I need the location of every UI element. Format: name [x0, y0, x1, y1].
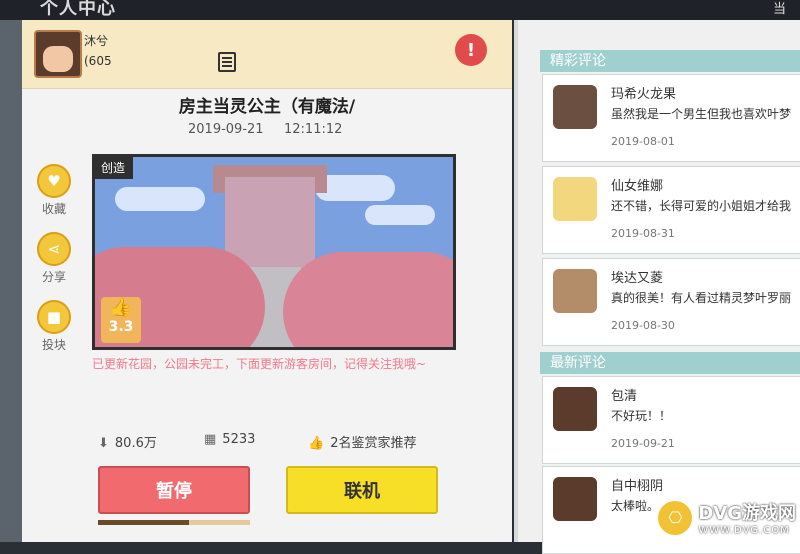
- map-time: 12:11:12: [284, 122, 343, 137]
- cubes-stat: ▦ 5233: [204, 432, 255, 447]
- commenter-name: 埃达又菱: [611, 271, 664, 286]
- watermark: ⎔ DVG游戏网 WWW.DVG.COM: [658, 499, 796, 536]
- report-warning-icon[interactable]: !: [455, 34, 487, 66]
- top-bar: 个人中心 当: [0, 0, 800, 20]
- download-icon: ⬇: [98, 436, 109, 451]
- comment-card[interactable]: 玛希火龙果 虽然我是一个男生但我也喜欢叶梦 2019-08-01: [542, 74, 800, 162]
- comment-text: 虽然我是一个男生但我也喜欢叶梦: [611, 107, 792, 121]
- download-progress-fill: [98, 520, 190, 525]
- commenter-avatar: [553, 85, 597, 129]
- sakura-trees-right: [283, 252, 453, 347]
- downloads-value: 80.6万: [114, 436, 157, 451]
- comment-date: 2019-09-21: [611, 437, 675, 450]
- document-icon[interactable]: [218, 52, 236, 72]
- rating-badge: 👍 3.3: [101, 297, 141, 343]
- download-progress-bar: [98, 520, 250, 525]
- cube-count-icon: ▦: [204, 432, 217, 447]
- downloads-stat: ⬇ 80.6万: [98, 432, 157, 451]
- recommend-value: 2名鉴赏家推荐: [330, 436, 417, 451]
- watermark-subtext: WWW.DVG.COM: [698, 525, 790, 536]
- comment-date: 2019-08-31: [611, 227, 675, 240]
- map-preview-image[interactable]: 创造 👍 3.3: [92, 154, 456, 350]
- favorite-label: 收藏: [41, 202, 66, 216]
- comment-text: 还不错，长得可爱的小姐姐才给我: [611, 199, 792, 213]
- comment-date: 2019-08-01: [611, 135, 675, 148]
- favorite-button[interactable]: ♥ 收藏: [37, 164, 71, 217]
- rating-value: 3.3: [108, 319, 134, 335]
- commenter-avatar: [553, 477, 597, 521]
- author-name: 沐兮: [84, 34, 109, 48]
- commenter-name: 玛希火龙果: [611, 87, 677, 102]
- user-bar: 沐兮 (605 !: [22, 20, 512, 89]
- latest-comments-title: 最新评论: [540, 352, 800, 374]
- share-label: 分享: [41, 270, 66, 284]
- online-button[interactable]: 联机: [286, 466, 438, 514]
- create-mode-badge: 创造: [95, 157, 134, 179]
- heart-icon: ♥: [37, 164, 71, 198]
- header-title: 个人中心: [40, 0, 116, 19]
- dvg-logo-icon: ⎔: [658, 500, 693, 535]
- pause-button[interactable]: 暂停: [98, 466, 250, 514]
- thumbs-up-icon: 👍: [109, 297, 133, 318]
- recommend-stat: 👍 2名鉴赏家推荐: [308, 432, 416, 451]
- cube-icon: ■: [37, 300, 71, 334]
- commenter-avatar: [553, 269, 597, 313]
- commenter-name: 包清: [611, 389, 638, 404]
- commenter-avatar: [553, 177, 597, 221]
- map-date: 2019-09-21: [188, 122, 264, 137]
- author-avatar[interactable]: [34, 30, 82, 78]
- comment-card[interactable]: 包清 不好玩！！ 2019-09-21: [542, 376, 800, 464]
- map-description: 已更新花园，公园未完工，下面更新游客房间，记得关注我哦~: [92, 357, 427, 371]
- comment-date: 2019-08-30: [611, 319, 675, 332]
- header-right-text: 当: [772, 2, 786, 17]
- featured-comments-title: 精彩评论: [540, 50, 800, 72]
- share-icon: ⋖: [37, 232, 71, 266]
- comments-panel[interactable]: 精彩评论 玛希火龙果 虽然我是一个男生但我也喜欢叶梦 2019-08-01 仙女…: [514, 20, 800, 554]
- commenter-name: 自中栩阴: [611, 479, 664, 494]
- cube-vote-label: 投块: [41, 338, 66, 352]
- map-title: 房主当灵公主（有魔法/: [178, 97, 356, 117]
- comment-text: 真的很美！有人看过精灵梦叶罗丽: [611, 291, 792, 305]
- comment-card[interactable]: 埃达又菱 真的很美！有人看过精灵梦叶罗丽 2019-08-30: [542, 258, 800, 346]
- comment-card[interactable]: 仙女维娜 还不错，长得可爱的小姐姐才给我 2019-08-31: [542, 166, 800, 254]
- commenter-name: 仙女维娜: [611, 179, 664, 194]
- share-button[interactable]: ⋖ 分享: [37, 232, 71, 285]
- map-detail-panel: 沐兮 (605 ! 房主当灵公主（有魔法/ 2019-09-21 12:11:1…: [22, 20, 512, 542]
- comment-text: 不好玩！！: [611, 409, 672, 423]
- commenter-avatar: [553, 387, 597, 431]
- watermark-text: DVG游戏网: [698, 503, 796, 524]
- cube-vote-button[interactable]: ■ 投块: [37, 300, 71, 353]
- author-id: (605: [84, 54, 112, 68]
- background-left-edge: [0, 20, 22, 542]
- cubes-value: 5233: [222, 432, 256, 447]
- thumb-icon: 👍: [308, 436, 325, 451]
